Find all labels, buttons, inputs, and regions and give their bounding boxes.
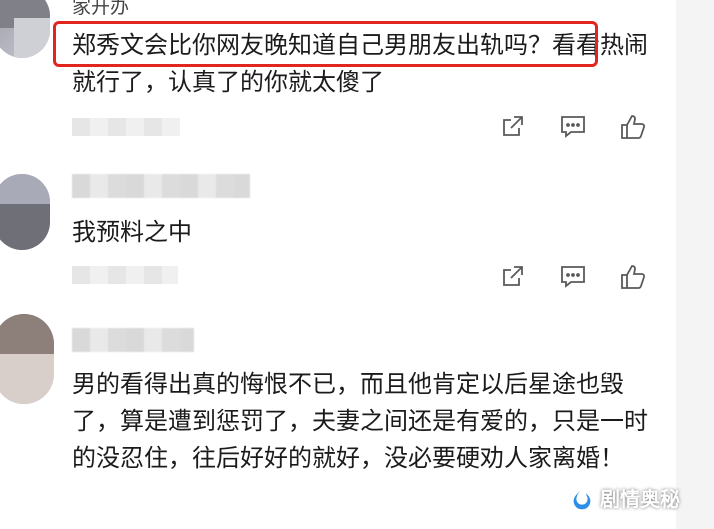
comment-text: 我预料之中: [72, 218, 192, 246]
right-scroll-strip: [676, 0, 714, 529]
watermark-text: 剧情奥秘: [600, 487, 680, 511]
share-icon: [503, 116, 523, 136]
like-button[interactable]: [618, 262, 648, 292]
watermark: 剧情奥秘: [570, 483, 680, 512]
share-button[interactable]: [498, 112, 528, 142]
share-icon: [503, 266, 523, 286]
username-blurred[interactable]: [72, 174, 250, 198]
like-icon: [621, 265, 646, 289]
comment-text: 男的看得出真的悔恨不已，而且他肯定以后星途也毁了，算是遭到惩罚了，夫妻之间还是有…: [72, 370, 648, 472]
comment-icon: [561, 266, 585, 288]
comment-icon: [561, 116, 585, 138]
like-icon: [621, 115, 646, 139]
highlight-box: [53, 21, 598, 67]
username[interactable]: 家开办: [72, 0, 129, 19]
comment-meta: [72, 266, 178, 284]
comment-item: 我预料之中: [0, 160, 676, 308]
avatar[interactable]: [0, 314, 54, 404]
comment-button[interactable]: [558, 262, 588, 292]
avatar[interactable]: [0, 0, 50, 58]
share-button[interactable]: [498, 262, 528, 292]
like-button[interactable]: [618, 112, 648, 142]
username-blurred[interactable]: [72, 328, 194, 352]
comment-button[interactable]: [558, 112, 588, 142]
comment-meta: [72, 118, 180, 136]
avatar[interactable]: [0, 174, 50, 250]
fire-logo-icon: [572, 485, 592, 511]
